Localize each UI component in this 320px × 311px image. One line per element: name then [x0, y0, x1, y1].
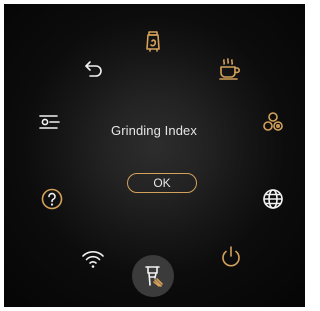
settings-slider-icon[interactable] [35, 107, 65, 137]
wifi-icon[interactable] [78, 243, 108, 273]
help-icon[interactable] [37, 184, 67, 214]
globe-icon[interactable] [258, 184, 288, 214]
grinder-icon[interactable] [139, 26, 169, 56]
coffee-cup-icon[interactable] [215, 54, 245, 84]
grinding-index-icon[interactable] [138, 261, 168, 291]
product-selection-icon[interactable] [258, 107, 288, 137]
back-arrow-icon[interactable] [79, 54, 109, 84]
machine-screen: Grinding Index OK [4, 4, 305, 307]
ok-button[interactable]: OK [127, 173, 197, 193]
grinding-index-title: Grinding Index [111, 123, 197, 138]
power-icon[interactable] [216, 242, 246, 272]
